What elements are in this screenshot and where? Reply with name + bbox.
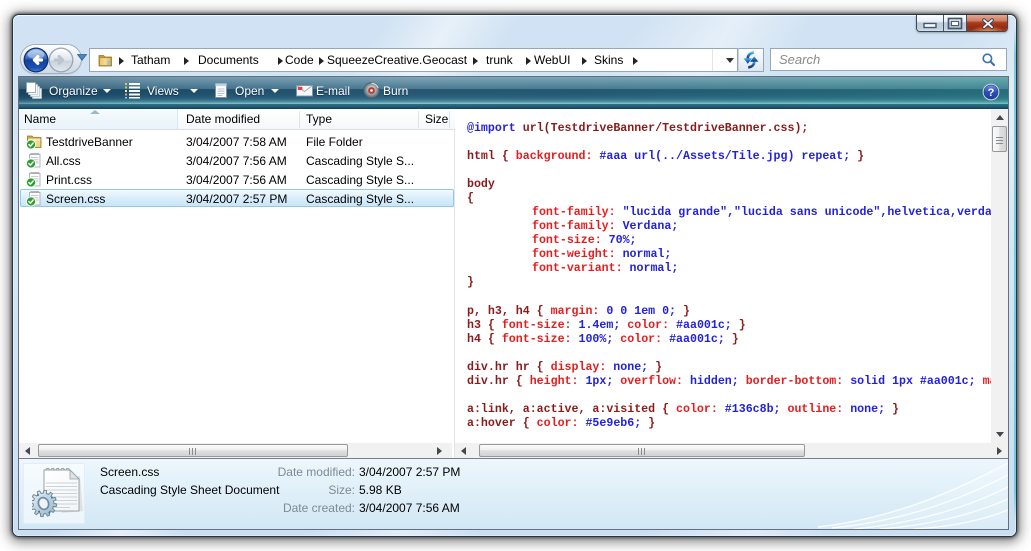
svg-text:?: ? (988, 87, 995, 99)
